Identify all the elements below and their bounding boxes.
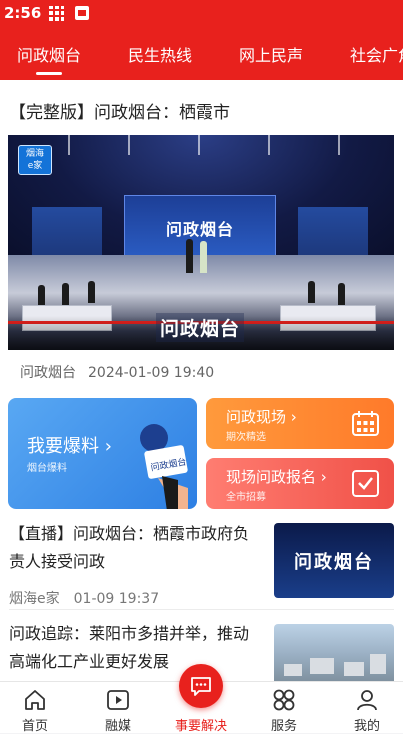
microphone-icon: 问政烟台 <box>138 418 188 509</box>
nav-services[interactable]: 服务 <box>249 682 319 734</box>
status-bar: 2:56 <box>0 0 403 26</box>
chat-icon <box>190 675 212 697</box>
report-card-subtitle: 烟台爆料 <box>27 459 67 474</box>
channel-logo: 烟海 e家 <box>18 145 52 175</box>
calendar-icon <box>352 410 379 437</box>
news-title: 问政追踪：莱阳市多措并举，推动高端化工产业更好发展 <box>9 620 259 676</box>
nav-issue-solve-label: 事要解决 <box>166 715 236 734</box>
news-thumbnail <box>274 624 394 681</box>
tab-social-view[interactable]: 社会广角 <box>350 42 403 66</box>
status-time: 2:56 <box>4 4 41 22</box>
app-grid-icon <box>49 6 64 21</box>
nav-issue-solve[interactable]: 事要解决 <box>166 682 236 734</box>
bottom-nav: 首页 融媒 事要解决 服务 我的 <box>0 681 403 733</box>
signup-card[interactable]: 现场问政报名 › 全市招募 <box>206 458 394 509</box>
feature-video[interactable]: 问政烟台 烟海 e家 问政烟台 <box>8 135 394 350</box>
news-thumbnail: 问政烟台 <box>274 523 394 598</box>
feature-meta: 问政烟台 2024-01-09 19:40 <box>20 362 214 382</box>
play-icon <box>106 688 130 712</box>
nav-home[interactable]: 首页 <box>0 682 70 734</box>
report-card-title: 我要爆料 › <box>27 432 112 458</box>
divider <box>9 609 394 610</box>
tab-online-voices[interactable]: 网上民声 <box>239 42 303 66</box>
news-app-icon <box>75 6 89 20</box>
checklist-icon <box>352 470 379 497</box>
news-source: 烟海e家 <box>9 591 60 607</box>
nav-mine-label: 我的 <box>332 715 402 734</box>
grid-icon <box>272 688 296 712</box>
channel-logo-bottom: e家 <box>19 160 51 172</box>
nav-services-label: 服务 <box>249 715 319 734</box>
nav-media-label: 融媒 <box>83 715 153 734</box>
nav-home-label: 首页 <box>0 715 70 734</box>
news-date: 01-09 19:37 <box>74 591 159 607</box>
user-icon <box>355 688 379 712</box>
feature-headline[interactable]: 【完整版】问政烟台：栖霞市 <box>9 98 230 123</box>
top-tabs: 问政烟台 民生热线 网上民声 社会广角 <box>0 26 403 80</box>
live-card-title: 问政现场 › <box>226 406 297 427</box>
main-content: 【完整版】问政烟台：栖霞市 问政烟台 烟海 e家 问政烟台 问政烟台 2024-0… <box>0 80 403 681</box>
nav-mine[interactable]: 我的 <box>332 682 402 734</box>
report-card[interactable]: 我要爆料 › 烟台爆料 问政烟台 <box>8 398 197 509</box>
channel-logo-top: 烟海 <box>19 148 51 160</box>
live-card-subtitle: 期次精选 <box>226 428 266 443</box>
issue-solve-button[interactable] <box>179 664 223 708</box>
news-title: 【直播】问政烟台：栖霞市政府负责人接受问政 <box>9 520 259 576</box>
home-icon <box>23 688 47 712</box>
tab-minsheng-hotline[interactable]: 民生热线 <box>128 42 192 66</box>
video-caption: 问政烟台 <box>156 313 244 342</box>
live-card[interactable]: 问政现场 › 期次精选 <box>206 398 394 449</box>
news-meta: 烟海e家 01-09 19:37 <box>9 588 159 608</box>
feature-source: 问政烟台 <box>20 365 76 381</box>
feature-datetime: 2024-01-09 19:40 <box>88 365 214 381</box>
signup-card-title: 现场问政报名 › <box>226 466 327 487</box>
tab-wenzheng-yantai[interactable]: 问政烟台 <box>17 42 81 66</box>
nav-media[interactable]: 融媒 <box>83 682 153 734</box>
signup-card-subtitle: 全市招募 <box>226 488 266 503</box>
